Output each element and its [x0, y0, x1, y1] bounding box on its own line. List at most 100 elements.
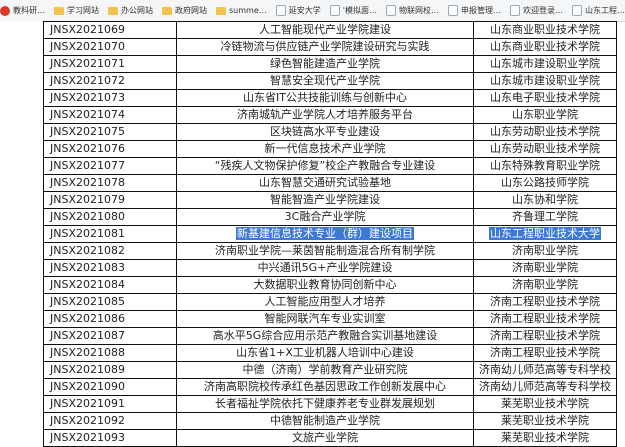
table-row[interactable]: JNSX2021069 人工智能现代产业学院建设 山东商业职业技术学院	[43, 21, 617, 39]
table-row[interactable]: JNSX2021092 中德智能制造产业学院 莱芜职业技术学院	[43, 412, 617, 430]
project-code-cell[interactable]: JNSX2021070	[43, 38, 177, 56]
school-name-cell[interactable]: 山东特殊教育职业学院	[473, 157, 617, 175]
project-code-cell[interactable]: JNSX2021074	[43, 106, 177, 124]
table-row[interactable]: JNSX2021093 文旅产业学院 莱芜职业技术学院	[43, 429, 617, 447]
school-name-cell[interactable]: 济南工程职业技术学院	[473, 344, 617, 362]
table-row[interactable]: JNSX2021080 3C融合产业学院 齐鲁理工学院	[43, 208, 617, 226]
project-code-cell[interactable]: JNSX2021075	[43, 123, 177, 141]
project-name-cell[interactable]: 济南城轨产业学院人才培养服务平台	[176, 106, 474, 124]
project-code-cell[interactable]: JNSX2021069	[43, 21, 177, 39]
school-name-cell[interactable]: 山东城市建设职业学院	[473, 72, 617, 90]
bookmark-item[interactable]: 学习网站	[54, 5, 99, 16]
table-row[interactable]: JNSX2021081 新基建信息技术专业（群）建设项目 山东工程职业技术大学	[43, 225, 617, 243]
school-name-cell[interactable]: 济南幼儿师范高等专科学校	[473, 378, 617, 396]
project-name-cell[interactable]: 人工智能应用型人才培养	[176, 293, 474, 311]
school-name-cell[interactable]: 莱芜职业技术学院	[473, 412, 617, 430]
school-name-cell[interactable]: 济南幼儿师范高等专科学校	[473, 361, 617, 379]
project-name-cell[interactable]: 济南职业学院—莱茵智能制造混合所有制学院	[176, 242, 474, 260]
project-code-cell[interactable]: JNSX2021080	[43, 208, 177, 226]
bookmark-item[interactable]: 政府网站	[162, 5, 207, 16]
bookmark-item[interactable]: 办公网站	[108, 5, 153, 16]
project-name-cell[interactable]: 文旅产业学院	[176, 429, 474, 447]
table-row[interactable]: JNSX2021086 智能网联汽车专业实训室 济南工程职业技术学院	[43, 310, 617, 328]
table-row[interactable]: JNSX2021090 济南高职院校传承红色基因思政工作创新发展中心 济南幼儿师范高…	[43, 378, 617, 396]
project-code-cell[interactable]: JNSX2021076	[43, 140, 177, 158]
table-row[interactable]: JNSX2021074 济南城轨产业学院人才培养服务平台 山东职业学院	[43, 106, 617, 124]
school-name-cell[interactable]: 济南工程职业技术学院	[473, 327, 617, 345]
project-code-cell[interactable]: JNSX2021071	[43, 55, 177, 73]
table-row[interactable]: JNSX2021085 人工智能应用型人才培养 济南工程职业技术学院	[43, 293, 617, 311]
project-code-cell[interactable]: JNSX2021089	[43, 361, 177, 379]
project-code-cell[interactable]: JNSX2021086	[43, 310, 177, 328]
school-name-cell[interactable]: 莱芜职业技术学院	[473, 429, 617, 447]
table-row[interactable]: JNSX2021076 新一代信息技术产业学院 山东劳动职业技术学院	[43, 140, 617, 158]
project-code-cell[interactable]: JNSX2021077	[43, 157, 177, 175]
project-name-cell[interactable]: 济南高职院校传承红色基因思政工作创新发展中心	[176, 378, 474, 396]
school-name-cell[interactable]: 山东商业职业技术学院	[473, 38, 617, 56]
project-name-cell[interactable]: 长者福祉学院依托下健康养老专业群发展规划	[176, 395, 474, 413]
project-code-cell[interactable]: JNSX2021082	[43, 242, 177, 260]
project-name-cell[interactable]: 中德智能制造产业学院	[176, 412, 474, 430]
school-name-cell[interactable]: 山东电子职业技术学院	[473, 89, 617, 107]
project-name-cell[interactable]: 绿色智能建造产业学院	[176, 55, 474, 73]
table-row[interactable]: JNSX2021088 山东省1+X工业机器人培训中心建设 济南工程职业技术学院	[43, 344, 617, 362]
project-name-cell[interactable]: “残疾人文物保护修复”校企产教融合专业建设	[176, 157, 474, 175]
table-row[interactable]: JNSX2021079 智能智造产业学院建设 山东协和学院	[43, 191, 617, 209]
project-name-cell[interactable]: 智能智造产业学院建设	[176, 191, 474, 209]
school-name-cell[interactable]: 济南职业学院	[473, 242, 617, 260]
school-name-cell[interactable]: 齐鲁理工学院	[473, 208, 617, 226]
project-name-cell[interactable]: 山东省IT公共技能训练与创新中心	[176, 89, 474, 107]
project-name-cell[interactable]: 山东智慧交通研究试验基地	[176, 174, 474, 192]
table-row[interactable]: JNSX2021078 山东智慧交通研究试验基地 山东公路技师学院	[43, 174, 617, 192]
table-row[interactable]: JNSX2021070 冷链物流与供应链产业学院建设研究与实践 山东商业职业技术学院	[43, 38, 617, 56]
school-name-cell[interactable]: 莱芜职业技术学院	[473, 395, 617, 413]
bookmark-item[interactable]: 物联网校…	[385, 5, 439, 16]
project-name-cell[interactable]: 高水平5G综合应用示范产教融合实训基地建设	[176, 327, 474, 345]
project-name-cell[interactable]: 智慧安全现代产业学院	[176, 72, 474, 90]
project-code-cell[interactable]: JNSX2021084	[43, 276, 177, 294]
project-code-cell[interactable]: JNSX2021073	[43, 89, 177, 107]
table-row[interactable]: JNSX2021087 高水平5G综合应用示范产教融合实训基地建设 济南工程职业技术…	[43, 327, 617, 345]
project-name-cell[interactable]: 3C融合产业学院	[176, 208, 474, 226]
project-name-cell[interactable]: 新一代信息技术产业学院	[176, 140, 474, 158]
project-name-cell[interactable]: 智能网联汽车专业实训室	[176, 310, 474, 328]
project-name-cell[interactable]: 中兴通讯5G+产业学院建设	[176, 259, 474, 277]
table-row[interactable]: JNSX2021091 长者福祉学院依托下健康养老专业群发展规划 莱芜职业技术学院	[43, 395, 617, 413]
project-name-cell[interactable]: 冷链物流与供应链产业学院建设研究与实践	[176, 38, 474, 56]
project-code-cell[interactable]: JNSX2021093	[43, 429, 177, 447]
project-name-cell[interactable]: 山东省1+X工业机器人培训中心建设	[176, 344, 474, 362]
table-row[interactable]: JNSX2021082 济南职业学院—莱茵智能制造混合所有制学院 济南职业学院	[43, 242, 617, 260]
school-name-cell[interactable]: 山东协和学院	[473, 191, 617, 209]
table-row[interactable]: JNSX2021084 大数据职业教育协同创新中心 济南职业学院	[43, 276, 617, 294]
project-code-cell[interactable]: JNSX2021078	[43, 174, 177, 192]
school-name-cell[interactable]: 山东劳动职业技术学院	[473, 123, 617, 141]
project-name-cell[interactable]: 大数据职业教育协同创新中心	[176, 276, 474, 294]
project-name-cell[interactable]: 人工智能现代产业学院建设	[176, 21, 474, 39]
project-name-cell[interactable]: 中德（济南）学前教育产业研究院	[176, 361, 474, 379]
school-name-cell[interactable]: 山东劳动职业技术学院	[473, 140, 617, 158]
project-code-cell[interactable]: JNSX2021087	[43, 327, 177, 345]
school-name-cell[interactable]: 山东工程职业技术大学	[473, 225, 617, 243]
bookmark-item[interactable]: '模拟面…	[329, 5, 377, 16]
table-row[interactable]: JNSX2021071 绿色智能建造产业学院 山东城市建设职业学院	[43, 55, 617, 73]
school-name-cell[interactable]: 济南职业学院	[473, 276, 617, 294]
school-name-cell[interactable]: 山东商业职业技术学院	[473, 21, 617, 39]
bookmark-item[interactable]: 延安大学	[275, 5, 321, 16]
school-name-cell[interactable]: 山东城市建设职业学院	[473, 55, 617, 73]
school-name-cell[interactable]: 济南职业学院	[473, 259, 617, 277]
school-name-cell[interactable]: 济南工程职业技术学院	[473, 293, 617, 311]
table-row[interactable]: JNSX2021072 智慧安全现代产业学院 山东城市建设职业学院	[43, 72, 617, 90]
table-row[interactable]: JNSX2021075 区块链高水平专业建设 山东劳动职业技术学院	[43, 123, 617, 141]
project-code-cell[interactable]: JNSX2021083	[43, 259, 177, 277]
table-row[interactable]: JNSX2021083 中兴通讯5G+产业学院建设 济南职业学院	[43, 259, 617, 277]
project-code-cell[interactable]: JNSX2021079	[43, 191, 177, 209]
project-code-cell[interactable]: JNSX2021088	[43, 344, 177, 362]
project-name-cell[interactable]: 新基建信息技术专业（群）建设项目	[176, 225, 474, 243]
bookmark-item[interactable]: 山东工程…	[571, 5, 625, 16]
bookmark-item[interactable]: 申报管理…	[447, 5, 501, 16]
table-row[interactable]: JNSX2021089 中德（济南）学前教育产业研究院 济南幼儿师范高等专科学校	[43, 361, 617, 379]
table-row[interactable]: JNSX2021073 山东省IT公共技能训练与创新中心 山东电子职业技术学院	[43, 89, 617, 107]
table-row[interactable]: JNSX2021077 “残疾人文物保护修复”校企产教融合专业建设 山东特殊教育职业…	[43, 157, 617, 175]
bookmark-item[interactable]: 欢迎登录…	[509, 5, 563, 16]
project-code-cell[interactable]: JNSX2021081	[43, 225, 177, 243]
